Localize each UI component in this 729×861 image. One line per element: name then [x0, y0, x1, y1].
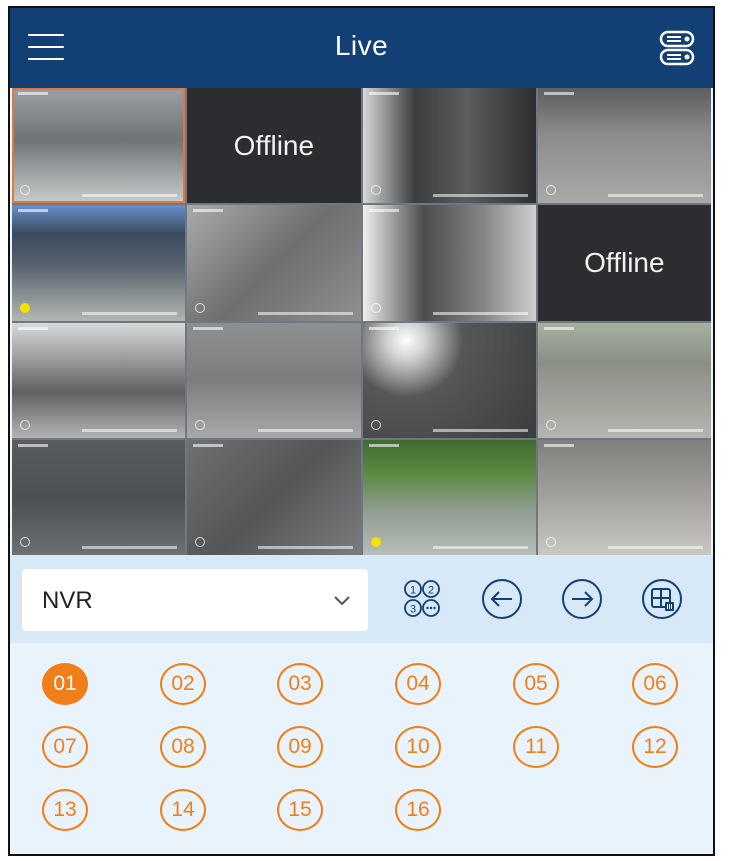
- channel-button-09[interactable]: 09: [277, 726, 323, 768]
- page-title: Live: [334, 30, 389, 61]
- camera-tile-4[interactable]: [537, 88, 711, 204]
- record-status-icon: [370, 537, 381, 547]
- chevron-down-icon: [334, 596, 350, 606]
- record-status-icon: [370, 302, 381, 313]
- control-bar: NVR 1 2 3: [10, 555, 713, 643]
- channel-selector: 01 02 03 04 05 06 07 08 09 10 11 12 13 1…: [10, 643, 713, 854]
- record-status-icon: [545, 537, 556, 547]
- record-status-icon: [20, 185, 30, 196]
- record-status-icon: [370, 185, 381, 196]
- camera-tile-11[interactable]: [362, 322, 536, 438]
- channel-button-12[interactable]: 12: [632, 726, 678, 768]
- record-status-icon: [195, 302, 206, 313]
- device-select[interactable]: NVR: [22, 569, 368, 631]
- channel-button-15[interactable]: 15: [277, 789, 323, 831]
- record-status-icon: [195, 419, 206, 430]
- channel-button-02[interactable]: 02: [160, 663, 206, 705]
- record-status-icon: [20, 419, 30, 430]
- split-screen-icon[interactable]: [640, 577, 684, 621]
- channel-button-11[interactable]: 11: [513, 726, 559, 768]
- record-status-icon: [370, 419, 381, 430]
- record-status-icon: [20, 302, 30, 313]
- camera-tile-6[interactable]: [187, 205, 361, 321]
- channel-button-10[interactable]: 10: [395, 726, 441, 768]
- channel-layout-icon[interactable]: 1 2 3: [400, 577, 444, 621]
- camera-tile-10[interactable]: [187, 322, 361, 438]
- offline-label: Offline: [233, 129, 315, 161]
- camera-tile-16[interactable]: [537, 439, 711, 555]
- camera-tile-12[interactable]: [537, 322, 711, 438]
- channel-button-01[interactable]: 01: [42, 663, 88, 705]
- app-frame: Live Offline Offline NVR 1 2 3 01 02 03 …: [8, 6, 715, 856]
- channel-button-13[interactable]: 13: [42, 789, 88, 831]
- camera-tile-9[interactable]: [12, 322, 186, 438]
- camera-tile-14[interactable]: [187, 439, 361, 555]
- channel-button-05[interactable]: 05: [513, 663, 559, 705]
- record-status-icon: [545, 185, 556, 196]
- camera-tile-5[interactable]: [12, 205, 186, 321]
- channel-button-07[interactable]: 07: [42, 726, 88, 768]
- svg-text:3: 3: [410, 604, 416, 616]
- svg-text:1: 1: [410, 585, 416, 597]
- record-status-icon: [545, 419, 556, 430]
- camera-tile-7[interactable]: [362, 205, 536, 321]
- channel-button-14[interactable]: 14: [160, 789, 206, 831]
- live-camera-grid: Offline Offline: [12, 88, 711, 555]
- channel-button-03[interactable]: 03: [277, 663, 323, 705]
- camera-tile-1[interactable]: [12, 88, 186, 204]
- camera-tile-2[interactable]: Offline: [187, 88, 361, 204]
- channel-button-16[interactable]: 16: [395, 789, 441, 831]
- record-status-icon: [20, 537, 30, 547]
- camera-tile-8[interactable]: Offline: [537, 205, 711, 321]
- header-bar: Live: [10, 8, 713, 88]
- svg-text:2: 2: [428, 585, 434, 597]
- channel-button-04[interactable]: 04: [395, 663, 441, 705]
- device-select-value: NVR: [42, 587, 93, 614]
- camera-tile-3[interactable]: [362, 88, 536, 204]
- next-page-icon[interactable]: [560, 577, 604, 621]
- channel-button-06[interactable]: 06: [632, 663, 678, 705]
- camera-tile-15[interactable]: [362, 439, 536, 555]
- offline-label: Offline: [584, 246, 665, 278]
- channel-button-08[interactable]: 08: [160, 726, 206, 768]
- previous-page-icon[interactable]: [480, 577, 524, 621]
- camera-tile-13[interactable]: [12, 439, 186, 555]
- record-status-icon: [195, 537, 206, 547]
- device-list-icon[interactable]: [655, 26, 699, 70]
